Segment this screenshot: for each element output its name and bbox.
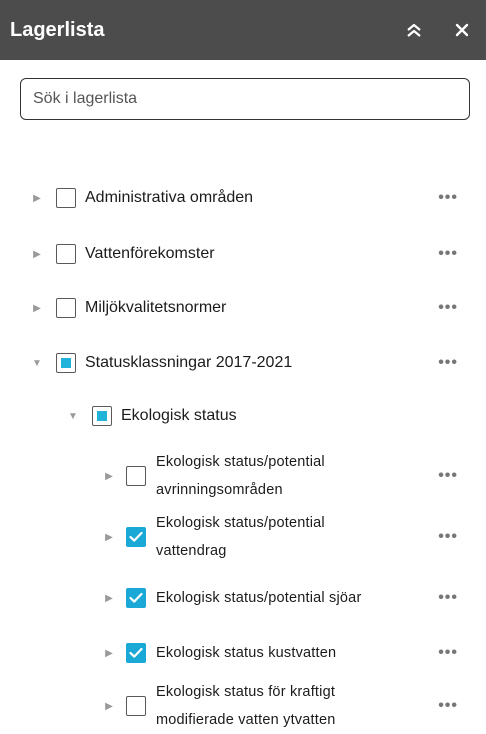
caret-right-icon[interactable]: ▶ [104,530,114,544]
caret-right-icon[interactable]: ▶ [32,191,42,205]
checkmark-icon [129,592,143,603]
double-chevron-up-icon[interactable] [400,16,428,44]
layer-checkbox[interactable] [92,406,112,426]
layer-item-administrativa[interactable]: ▶ Administrativa områden ••• [0,188,486,208]
panel-header: Lagerlista [0,0,486,60]
layer-checkbox[interactable] [56,353,76,373]
layer-checkbox[interactable] [126,696,146,716]
layer-label: Miljökvalitetsnormer [85,299,227,316]
layer-label: Ekologisk status kustvatten [156,645,337,661]
more-options-icon[interactable]: ••• [438,189,458,207]
layer-label: Ekologisk status/potential sjöar [156,590,362,606]
layer-label-group: Ekologisk status/potential vattendrag [156,509,325,565]
layer-label-group: Ekologisk status/potential avrinningsomr… [156,448,325,504]
layer-label-line2: avrinningsområden [156,482,283,498]
panel-title: Lagerlista [10,18,105,41]
partial-check-indicator [61,358,71,368]
layer-checkbox[interactable] [126,527,146,547]
layer-item-statusklassningar[interactable]: ▼ Statusklassningar 2017-2021 ••• [0,353,486,373]
caret-right-icon[interactable]: ▶ [104,699,114,713]
more-options-icon[interactable]: ••• [438,528,458,546]
layer-checkbox[interactable] [56,244,76,264]
layer-label: Statusklassningar 2017-2021 [85,354,293,371]
layer-label-line2: vattendrag [156,543,227,559]
layer-label: Ekologisk status [121,407,237,424]
layer-item-avrinningsomraden[interactable]: ▶ Ekologisk status/potential avrinningso… [0,448,486,504]
layer-label-line2: modifierade vatten ytvatten [156,712,336,728]
layer-item-vattenforekomster[interactable]: ▶ Vattenförekomster ••• [0,244,486,264]
layer-label-line1: Ekologisk status/potential [156,454,325,470]
close-icon[interactable] [448,16,476,44]
search-input[interactable] [20,78,470,120]
layer-label-line1: Ekologisk status/potential [156,515,325,531]
layer-checkbox[interactable] [56,298,76,318]
layer-label: Vattenförekomster [85,245,215,262]
layer-list-panel: Lagerlista ▶ Administrativa områden ••• … [0,0,486,728]
checkmark-icon [129,531,143,542]
caret-right-icon[interactable]: ▶ [32,247,42,261]
layer-label-group: Ekologisk status för kraftigt modifierad… [156,678,336,734]
checkmark-icon [129,647,143,658]
more-options-icon[interactable]: ••• [438,299,458,317]
more-options-icon[interactable]: ••• [438,354,458,372]
caret-right-icon[interactable]: ▶ [104,646,114,660]
caret-right-icon[interactable]: ▶ [104,591,114,605]
header-actions [400,16,476,44]
caret-down-icon[interactable]: ▼ [68,409,78,423]
caret-down-icon[interactable]: ▼ [32,356,42,370]
caret-right-icon[interactable]: ▶ [32,301,42,315]
more-options-icon[interactable]: ••• [438,644,458,662]
layer-item-ekologisk-status[interactable]: ▼ Ekologisk status [0,406,486,426]
search-container [0,60,486,120]
layer-item-sjoar[interactable]: ▶ Ekologisk status/potential sjöar ••• [0,584,486,612]
layer-checkbox[interactable] [56,188,76,208]
layer-item-kraftigt-modifierade[interactable]: ▶ Ekologisk status för kraftigt modifier… [0,678,486,734]
layer-checkbox[interactable] [126,643,146,663]
more-options-icon[interactable]: ••• [438,697,458,715]
more-options-icon[interactable]: ••• [438,589,458,607]
more-options-icon[interactable]: ••• [438,467,458,485]
more-options-icon[interactable]: ••• [438,245,458,263]
layer-checkbox[interactable] [126,588,146,608]
layer-label: Administrativa områden [85,189,254,206]
partial-check-indicator [97,411,107,421]
layer-label-line1: Ekologisk status för kraftigt [156,684,336,700]
layer-checkbox[interactable] [126,466,146,486]
layer-item-vattendrag[interactable]: ▶ Ekologisk status/potential vattendrag … [0,509,486,565]
layer-item-miljokvalitetsnormer[interactable]: ▶ Miljökvalitetsnormer ••• [0,298,486,318]
layer-item-kustvatten[interactable]: ▶ Ekologisk status kustvatten ••• [0,639,486,667]
caret-right-icon[interactable]: ▶ [104,469,114,483]
